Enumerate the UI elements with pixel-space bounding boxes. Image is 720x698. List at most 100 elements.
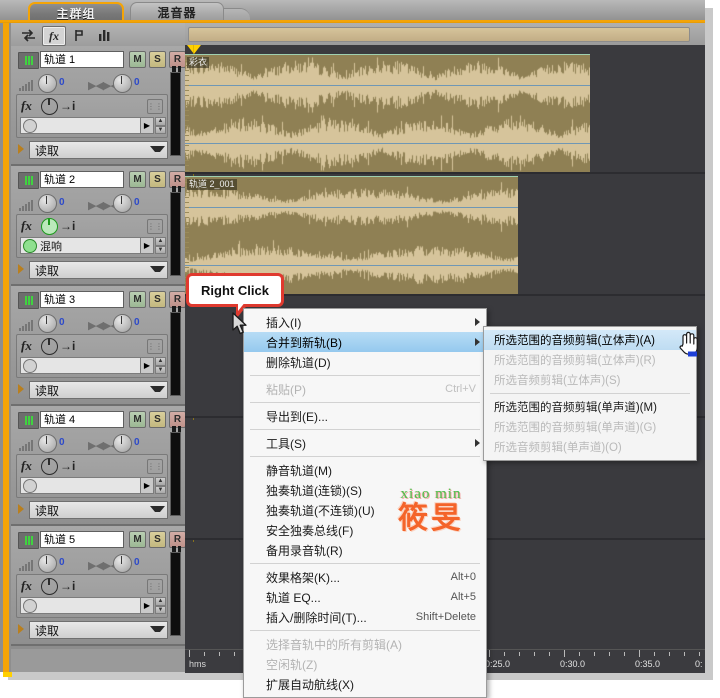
fx-power-button[interactable] bbox=[41, 578, 58, 595]
pan-knob[interactable] bbox=[113, 314, 132, 333]
track-header[interactable]: 轨道 4 M S R 0 ▶◀▶◀ 0 fx →i ⋮⋮ bbox=[11, 406, 185, 526]
track-grip-icon[interactable] bbox=[18, 172, 39, 189]
fx-slot-dropdown-icon[interactable]: ▶ bbox=[141, 477, 154, 494]
context-menu-item[interactable]: 效果格架(K)...Alt+0 bbox=[244, 567, 486, 587]
automation-row[interactable]: 读取 bbox=[16, 261, 168, 279]
fx-insert-icon[interactable]: →i bbox=[60, 99, 75, 113]
volume-knob[interactable] bbox=[38, 434, 57, 453]
track-name-field[interactable]: 轨道 3 bbox=[40, 291, 124, 308]
automation-row[interactable]: 读取 bbox=[16, 501, 168, 519]
fx-preset-icon[interactable]: ⋮⋮ bbox=[147, 219, 163, 234]
mute-button[interactable]: M bbox=[129, 51, 146, 68]
track-header[interactable]: 轨道 1 M S R 0 ▶◀▶◀ 0 fx →i ⋮⋮ bbox=[11, 46, 185, 166]
fx-icon[interactable]: fx bbox=[42, 26, 66, 46]
context-menu-item[interactable]: 插入(I) bbox=[244, 312, 486, 332]
automation-row[interactable]: 读取 bbox=[16, 621, 168, 639]
submenu-item[interactable]: 所选范围的音频剪辑(立体声)(A) bbox=[484, 330, 696, 350]
track-grip-icon[interactable] bbox=[18, 532, 39, 549]
solo-button[interactable]: S bbox=[149, 171, 166, 188]
tab-mixer[interactable]: 混音器 bbox=[130, 2, 224, 22]
fx-preset-icon[interactable]: ⋮⋮ bbox=[147, 339, 163, 354]
fx-power-button[interactable] bbox=[41, 98, 58, 115]
fx-slot-dropdown-icon[interactable]: ▶ bbox=[141, 597, 154, 614]
fx-power-button[interactable] bbox=[41, 218, 58, 235]
fx-insert-icon[interactable]: →i bbox=[60, 579, 75, 593]
automation-expand-icon[interactable] bbox=[18, 144, 24, 154]
automation-mode-select[interactable]: 读取 bbox=[29, 501, 168, 519]
context-menu-item[interactable]: 删除轨道(D) bbox=[244, 352, 486, 372]
context-menu-item[interactable]: 独奏轨道(连锁)(S) bbox=[244, 480, 486, 500]
volume-knob[interactable] bbox=[38, 314, 57, 333]
context-menu-item[interactable]: 导出到(E)... bbox=[244, 406, 486, 426]
context-menu-item[interactable]: 独奏轨道(不连锁)(U) bbox=[244, 500, 486, 520]
fx-slot[interactable]: ▶ ▲▼ bbox=[20, 357, 166, 374]
track-grip-icon[interactable] bbox=[18, 412, 39, 429]
track-header[interactable]: 轨道 2 M S R 0 ▶◀▶◀ 0 fx →i ⋮⋮ bbox=[11, 166, 185, 286]
fx-slot-stepper[interactable]: ▲▼ bbox=[155, 357, 166, 374]
fx-insert-icon[interactable]: →i bbox=[60, 339, 75, 353]
pan-knob[interactable] bbox=[113, 554, 132, 573]
send-icon[interactable] bbox=[69, 26, 91, 44]
fx-slot-input[interactable]: 混响 bbox=[20, 237, 141, 254]
fx-slot-stepper[interactable]: ▲▼ bbox=[155, 117, 166, 134]
fx-slot-input[interactable] bbox=[20, 597, 141, 614]
track-grip-icon[interactable] bbox=[18, 52, 39, 69]
track-name-field[interactable]: 轨道 2 bbox=[40, 171, 124, 188]
volume-knob[interactable] bbox=[38, 194, 57, 213]
solo-button[interactable]: S bbox=[149, 291, 166, 308]
context-menu-item[interactable]: 合并到新轨(B) bbox=[244, 332, 486, 352]
fx-slot[interactable]: ▶ ▲▼ bbox=[20, 117, 166, 134]
tab-main-group[interactable]: 主群组 bbox=[28, 2, 124, 22]
submenu-item[interactable]: 所选范围的音频剪辑(单声道)(M) bbox=[484, 397, 696, 417]
track-name-field[interactable]: 轨道 1 bbox=[40, 51, 124, 68]
track-name-field[interactable]: 轨道 4 bbox=[40, 411, 124, 428]
track-fx-box[interactable]: fx →i ⋮⋮ 混响 ▶ ▲▼ bbox=[16, 214, 168, 258]
track-header[interactable]: 轨道 3 M S R 0 ▶◀▶◀ 0 fx →i ⋮⋮ bbox=[11, 286, 185, 406]
solo-button[interactable]: S bbox=[149, 411, 166, 428]
fx-preset-icon[interactable]: ⋮⋮ bbox=[147, 459, 163, 474]
track-fx-box[interactable]: fx →i ⋮⋮ ▶ ▲▼ bbox=[16, 334, 168, 378]
track-fx-box[interactable]: fx →i ⋮⋮ ▶ ▲▼ bbox=[16, 574, 168, 618]
fx-slot-stepper[interactable]: ▲▼ bbox=[155, 477, 166, 494]
automation-mode-select[interactable]: 读取 bbox=[29, 621, 168, 639]
solo-button[interactable]: S bbox=[149, 531, 166, 548]
fx-slot[interactable]: ▶ ▲▼ bbox=[20, 597, 166, 614]
context-menu-item[interactable]: 备用录音轨(R) bbox=[244, 540, 486, 560]
context-menu-item[interactable]: 工具(S) bbox=[244, 433, 486, 453]
fx-slot-dropdown-icon[interactable]: ▶ bbox=[141, 357, 154, 374]
context-menu-item[interactable]: 安全独奏总线(F) bbox=[244, 520, 486, 540]
fx-power-button[interactable] bbox=[41, 338, 58, 355]
audio-clip[interactable]: 彩衣 bbox=[185, 54, 590, 172]
pan-knob[interactable] bbox=[113, 194, 132, 213]
track-fx-box[interactable]: fx →i ⋮⋮ ▶ ▲▼ bbox=[16, 94, 168, 138]
automation-expand-icon[interactable] bbox=[18, 624, 24, 634]
selection-range-bar[interactable] bbox=[188, 27, 690, 42]
pan-knob[interactable] bbox=[113, 434, 132, 453]
meters-icon[interactable] bbox=[93, 26, 115, 44]
fx-slot[interactable]: ▶ ▲▼ bbox=[20, 477, 166, 494]
track-header-column[interactable]: 轨道 1 M S R 0 ▶◀▶◀ 0 fx →i ⋮⋮ bbox=[11, 46, 185, 649]
fx-slot-stepper[interactable]: ▲▼ bbox=[155, 237, 166, 254]
fx-insert-icon[interactable]: →i bbox=[60, 219, 75, 233]
volume-knob[interactable] bbox=[38, 554, 57, 573]
track-name-field[interactable]: 轨道 5 bbox=[40, 531, 124, 548]
fx-slot-dropdown-icon[interactable]: ▶ bbox=[141, 117, 154, 134]
pan-knob[interactable] bbox=[113, 74, 132, 93]
fx-slot-input[interactable] bbox=[20, 357, 141, 374]
automation-row[interactable]: 读取 bbox=[16, 141, 168, 159]
context-menu-item[interactable]: 轨道 EQ...Alt+5 bbox=[244, 587, 486, 607]
mute-button[interactable]: M bbox=[129, 171, 146, 188]
fx-slot-dropdown-icon[interactable]: ▶ bbox=[141, 237, 154, 254]
automation-mode-select[interactable]: 读取 bbox=[29, 261, 168, 279]
volume-knob[interactable] bbox=[38, 74, 57, 93]
automation-row[interactable]: 读取 bbox=[16, 381, 168, 399]
automation-mode-select[interactable]: 读取 bbox=[29, 381, 168, 399]
track-fx-box[interactable]: fx →i ⋮⋮ ▶ ▲▼ bbox=[16, 454, 168, 498]
automation-expand-icon[interactable] bbox=[18, 264, 24, 274]
bottom-playhead-marker[interactable] bbox=[3, 672, 12, 677]
fx-preset-icon[interactable]: ⋮⋮ bbox=[147, 579, 163, 594]
context-menu-item[interactable]: 静音轨道(M) bbox=[244, 460, 486, 480]
track-header[interactable]: 轨道 5 M S R 0 ▶◀▶◀ 0 fx →i ⋮⋮ bbox=[11, 526, 185, 646]
track-grip-icon[interactable] bbox=[18, 292, 39, 309]
solo-button[interactable]: S bbox=[149, 51, 166, 68]
